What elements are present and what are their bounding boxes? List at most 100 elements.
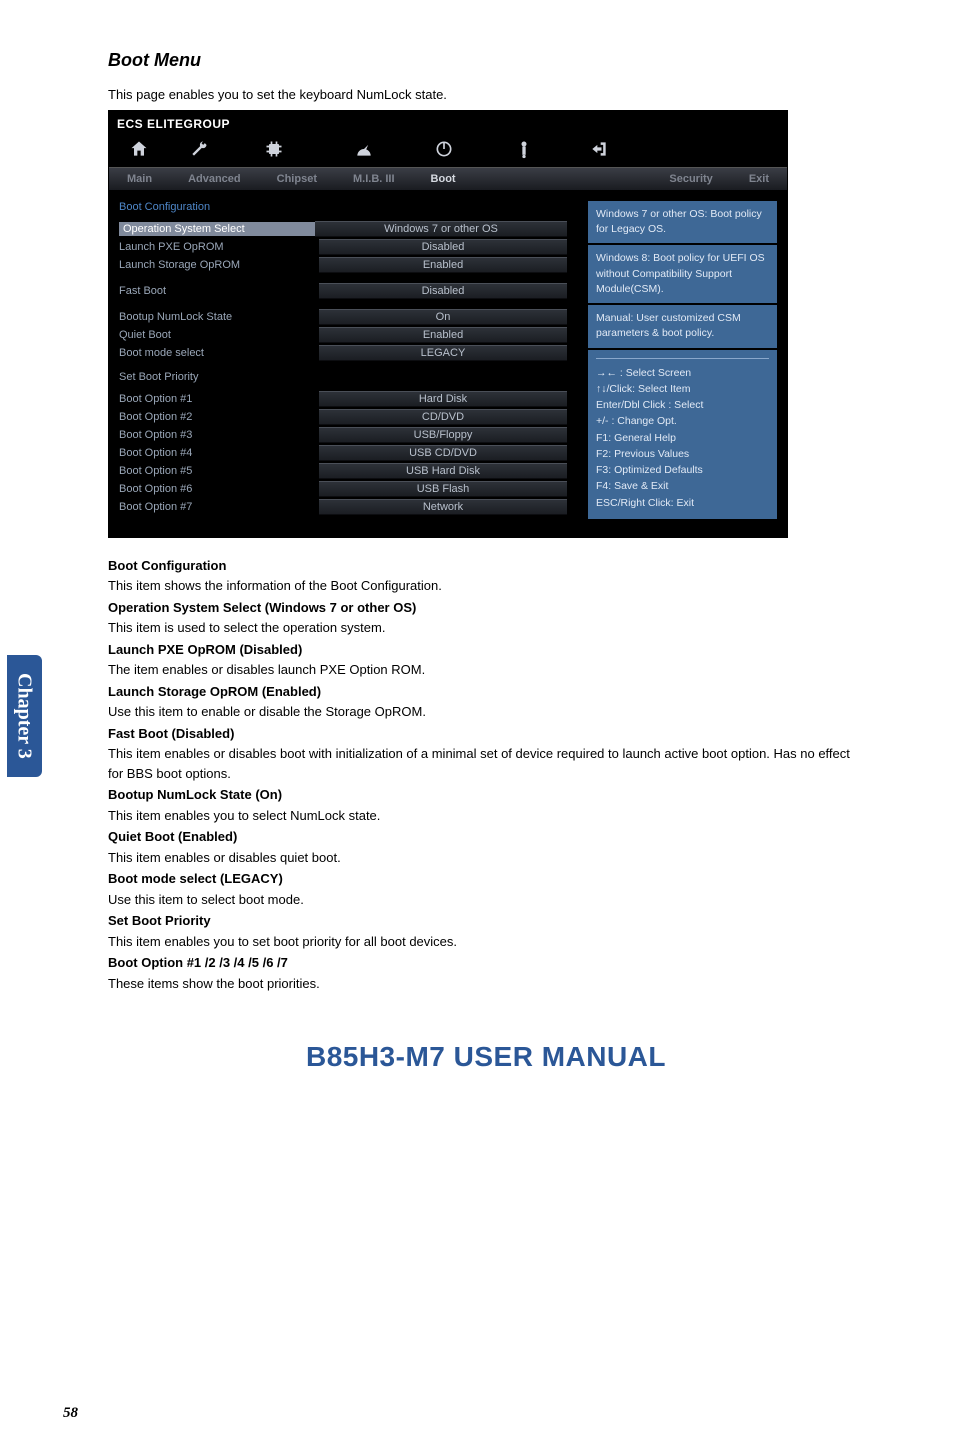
row-label: Boot Option #6 xyxy=(119,483,319,495)
bios-row[interactable]: Boot Option #5USB Hard Disk xyxy=(119,463,567,479)
tab-exit[interactable]: Exit xyxy=(731,168,787,190)
descriptions: Boot ConfigurationThis item shows the in… xyxy=(108,556,864,994)
bios-right-panel: Windows 7 or other OS: Boot policy for L… xyxy=(577,191,787,537)
chapter-side-tab: Chapter 3 xyxy=(0,0,48,1432)
row-label: Boot mode select xyxy=(119,347,319,359)
tab-security[interactable]: Security xyxy=(651,168,730,190)
row-label: Boot Option #4 xyxy=(119,447,319,459)
row-label: Quiet Boot xyxy=(119,329,319,341)
tab-main[interactable]: Main xyxy=(109,168,170,190)
bios-row[interactable]: Boot Option #1Hard Disk xyxy=(119,391,567,407)
bios-row[interactable]: Boot Option #6USB Flash xyxy=(119,481,567,497)
tab-advanced[interactable]: Advanced xyxy=(170,168,259,190)
manual-title: B85H3-M7 USER MANUAL xyxy=(108,1041,864,1073)
security-icon[interactable] xyxy=(479,135,569,163)
bios-row[interactable]: Launch PXE OpROMDisabled xyxy=(119,239,567,255)
row-value: Windows 7 or other OS xyxy=(315,221,567,237)
bios-screenshot: ECS ELITEGROUP Main Advanced Chipset M.I… xyxy=(108,110,788,538)
row-label: Boot Option #1 xyxy=(119,393,319,405)
boot-config-title: Boot Configuration xyxy=(119,201,567,213)
chapter-label: Chapter 3 xyxy=(7,655,42,777)
bios-row[interactable]: Boot Option #7Network xyxy=(119,499,567,515)
row-label: Fast Boot xyxy=(119,285,319,297)
page-title: Boot Menu xyxy=(108,50,864,71)
tab-boot[interactable]: Boot xyxy=(413,168,474,190)
row-value: Disabled xyxy=(319,283,567,299)
help-text-3: Manual: User customized CSM parameters &… xyxy=(588,305,777,347)
wrench-icon[interactable] xyxy=(169,135,229,163)
home-icon[interactable] xyxy=(109,135,169,163)
tab-chipset[interactable]: Chipset xyxy=(259,168,335,190)
desc-heading: Launch Storage OpROM (Enabled) xyxy=(108,682,864,702)
speed-icon[interactable] xyxy=(319,135,409,163)
bios-row[interactable]: Quiet BootEnabled xyxy=(119,327,567,343)
desc-text: The item enables or disables launch PXE … xyxy=(108,660,864,680)
desc-text: This item enables you to select NumLock … xyxy=(108,806,864,826)
bios-row[interactable]: Boot mode selectLEGACY xyxy=(119,345,567,361)
chip-icon[interactable] xyxy=(229,135,319,163)
desc-heading: Boot mode select (LEGACY) xyxy=(108,869,864,889)
bios-row[interactable]: Bootup NumLock StateOn xyxy=(119,309,567,325)
help-text-2: Windows 8: Boot policy for UEFI OS witho… xyxy=(588,245,777,303)
desc-text: These items show the boot priorities. xyxy=(108,974,864,994)
bios-row[interactable]: Boot Option #2CD/DVD xyxy=(119,409,567,425)
desc-text: Use this item to enable or disable the S… xyxy=(108,702,864,722)
bios-brand: ECS ELITEGROUP xyxy=(109,111,787,131)
desc-text: This item enables or disables boot with … xyxy=(108,744,864,783)
exit-icon[interactable] xyxy=(569,135,629,163)
bios-row[interactable]: Operation System SelectWindows 7 or othe… xyxy=(119,221,567,237)
page-content: Boot Menu This page enables you to set t… xyxy=(48,0,954,1432)
bios-row-fastboot[interactable]: Fast Boot Disabled xyxy=(119,283,567,299)
bios-body: Boot Configuration Operation System Sele… xyxy=(109,191,787,537)
set-boot-title: Set Boot Priority xyxy=(119,371,567,383)
desc-heading: Boot Option #1 /2 /3 /4 /5 /6 /7 xyxy=(108,953,864,973)
row-value: Disabled xyxy=(319,239,567,255)
key-tip-line: F2: Previous Values xyxy=(596,446,769,462)
row-label: Operation System Select xyxy=(119,222,315,236)
desc-heading: Set Boot Priority xyxy=(108,911,864,931)
bios-row[interactable]: Boot Option #3USB/Floppy xyxy=(119,427,567,443)
desc-text: This item enables or disables quiet boot… xyxy=(108,848,864,868)
key-tips: →← : Select Screen↑↓/Click: Select ItemE… xyxy=(588,350,777,519)
row-label: Launch Storage OpROM xyxy=(119,259,319,271)
row-label: Boot Option #5 xyxy=(119,465,319,477)
desc-heading: Operation System Select (Windows 7 or ot… xyxy=(108,598,864,618)
row-value: Network xyxy=(319,499,567,515)
row-label: Boot Option #2 xyxy=(119,411,319,423)
help-text-1: Windows 7 or other OS: Boot policy for L… xyxy=(588,201,777,243)
key-tip-line: F3: Optimized Defaults xyxy=(596,462,769,478)
row-value: USB CD/DVD xyxy=(319,445,567,461)
row-value: LEGACY xyxy=(319,345,567,361)
key-tip-line: F4: Save & Exit xyxy=(596,478,769,494)
bios-left-panel: Boot Configuration Operation System Sele… xyxy=(109,191,577,537)
bios-row[interactable]: Launch Storage OpROMEnabled xyxy=(119,257,567,273)
tab-mib[interactable]: M.I.B. III xyxy=(335,168,413,190)
desc-heading: Launch PXE OpROM (Disabled) xyxy=(108,640,864,660)
power-icon[interactable] xyxy=(409,135,479,163)
row-label: Boot Option #3 xyxy=(119,429,319,441)
desc-text: This item shows the information of the B… xyxy=(108,576,864,596)
intro-text: This page enables you to set the keyboar… xyxy=(108,87,864,102)
row-value: Hard Disk xyxy=(319,391,567,407)
key-tip-line: →← : Select Screen xyxy=(596,365,769,381)
row-value: USB/Floppy xyxy=(319,427,567,443)
key-tip-line: F1: General Help xyxy=(596,430,769,446)
row-label: Launch PXE OpROM xyxy=(119,241,319,253)
desc-heading: Bootup NumLock State (On) xyxy=(108,785,864,805)
row-value: CD/DVD xyxy=(319,409,567,425)
desc-heading: Boot Configuration xyxy=(108,556,864,576)
page-number: 58 xyxy=(63,1405,78,1422)
desc-heading: Fast Boot (Disabled) xyxy=(108,724,864,744)
desc-text: This item enables you to set boot priori… xyxy=(108,932,864,952)
row-value: Enabled xyxy=(319,257,567,273)
desc-text: Use this item to select boot mode. xyxy=(108,890,864,910)
bios-tabs: Main Advanced Chipset M.I.B. III Boot Se… xyxy=(109,167,787,191)
row-label: Boot Option #7 xyxy=(119,501,319,513)
key-tip-line: ↑↓/Click: Select Item xyxy=(596,381,769,397)
row-value: Enabled xyxy=(319,327,567,343)
bios-row[interactable]: Boot Option #4USB CD/DVD xyxy=(119,445,567,461)
key-tip-line: +/- : Change Opt. xyxy=(596,413,769,429)
row-label: Bootup NumLock State xyxy=(119,311,319,323)
row-value: USB Hard Disk xyxy=(319,463,567,479)
desc-heading: Quiet Boot (Enabled) xyxy=(108,827,864,847)
